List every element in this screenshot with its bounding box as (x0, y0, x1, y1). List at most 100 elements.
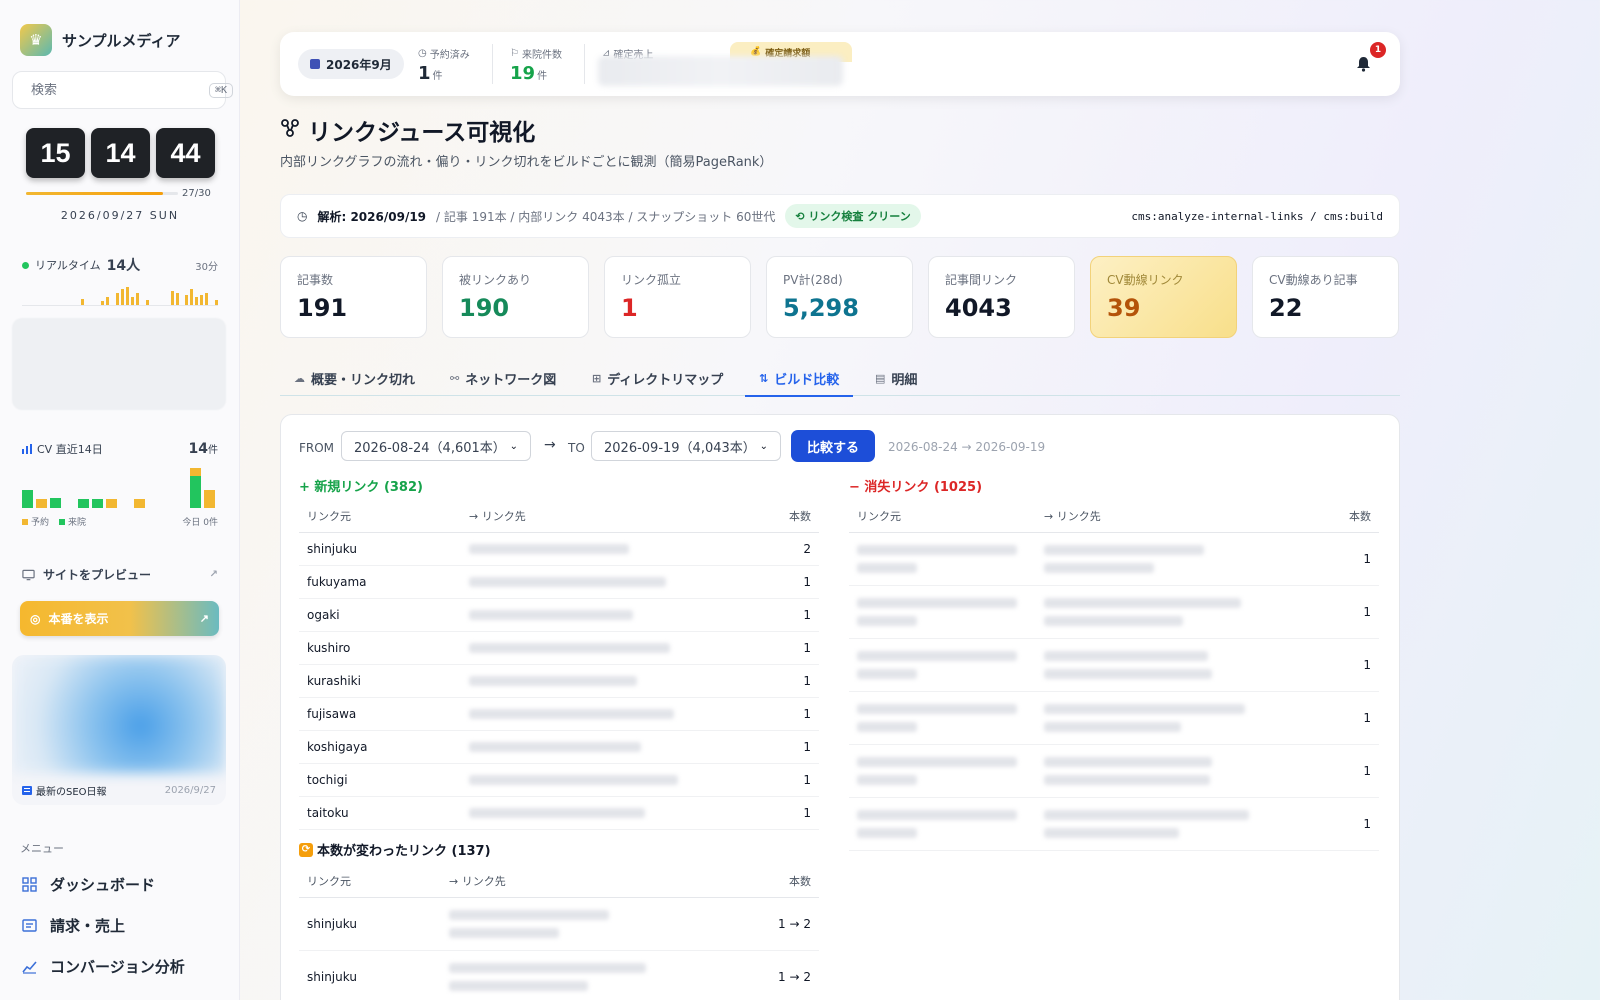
cv-day-bar (190, 458, 201, 508)
link-target-blurred (469, 610, 739, 620)
external-link-icon: ↗ (209, 569, 218, 580)
link-source: kushiro (307, 641, 351, 655)
analysis-meta: / 記事 191本 / 内部リンク 4043本 / スナップショット 60世代 (436, 209, 776, 224)
search-input[interactable] (31, 82, 201, 98)
table-row[interactable]: ogaki 1 (299, 599, 819, 632)
tab-build-compare[interactable]: ⇅ ビルド比較 (744, 360, 854, 397)
compare-button[interactable]: 比較する (791, 430, 875, 462)
table-row[interactable]: 1 (849, 586, 1379, 639)
link-source-blurred (849, 545, 1044, 573)
site-preview-link[interactable]: サイトをプレビュー ↗ (22, 566, 218, 583)
to-label: TO (568, 441, 585, 455)
table-row[interactable]: tochigi 1 (299, 764, 819, 797)
seo-report-card[interactable]: 最新のSEO日報 2026/9/27 (12, 655, 226, 805)
chevron-down-icon: ⌄ (759, 440, 768, 452)
analysis-bar: ◷ 解析: 2026/09/19 / 記事 191本 / 内部リンク 4043本… (280, 194, 1400, 238)
cv-reserve-bar (190, 468, 201, 476)
menu-item-dashboard[interactable]: ダッシュボード (20, 874, 155, 895)
realtime-map-blurred (12, 318, 226, 410)
tab-network[interactable]: ⚯ ネットワーク図 (450, 360, 556, 396)
menu-item-label: ダッシュボード (50, 876, 156, 894)
table-row[interactable]: 1 (849, 692, 1379, 745)
menu-item-billing[interactable]: 請求・売上 (20, 915, 125, 936)
realtime-bar (145, 300, 149, 305)
link-count: 1 (1363, 711, 1371, 725)
table-row[interactable]: fukuyama 1 (299, 566, 819, 599)
table-row[interactable]: taitoku 1 (299, 797, 819, 830)
realtime-bar (126, 287, 129, 305)
kpi-label: リンク孤立 (621, 273, 682, 287)
clock-hours: 15 (26, 128, 85, 178)
search-box[interactable]: ⌘K (12, 71, 234, 109)
link-source-blurred (849, 810, 1044, 838)
table-row[interactable]: kushiro 1 (299, 632, 819, 665)
kpi-value: 1 (621, 294, 638, 322)
new-links-title: + 新規リンク (382) (299, 480, 423, 495)
link-count: 1 (803, 641, 811, 655)
production-button[interactable]: ◎ 本番を表示 ↗ (20, 601, 219, 636)
tab-directory-map[interactable]: ⊞ ディレクトリマップ (592, 360, 723, 396)
sales-value-blurred (598, 56, 843, 86)
link-target-blurred (449, 910, 739, 938)
stat-reserved: ◷ 予約済み 1件 (418, 46, 470, 84)
kpi-card: 被リンクあり 190 (442, 256, 589, 338)
table-row[interactable]: 1 (849, 639, 1379, 692)
kpi-card: リンク孤立 1 (604, 256, 751, 338)
link-source: shinjuku (307, 917, 357, 931)
menu-item-conversion[interactable]: コンバージョン分析 (20, 956, 185, 977)
from-select[interactable]: 2026-08-24（4,601本） ⌄ (341, 431, 531, 461)
table-row[interactable]: 1 (849, 798, 1379, 851)
link-count: 1 (803, 707, 811, 721)
cv-reserve-bar (134, 499, 145, 508)
link-target-blurred (469, 742, 739, 752)
kpi-value: 39 (1107, 294, 1141, 322)
to-select[interactable]: 2026-09-19（4,043本） ⌄ (591, 431, 781, 461)
calendar-icon (310, 59, 320, 69)
realtime-bar (195, 297, 199, 305)
lost-links-title: − 消失リンク (1025) (849, 480, 983, 495)
network-icon (280, 118, 300, 143)
table-row[interactable]: koshigaya 1 (299, 731, 819, 764)
divider (492, 44, 493, 84)
realtime-bar (200, 295, 204, 305)
brand[interactable]: ♛ サンプルメディア (20, 24, 181, 56)
column-header: → リンク先 (1044, 509, 1101, 523)
search-shortcut: ⌘K (209, 82, 234, 98)
stat-reserved-value: 1 (418, 63, 431, 84)
tab-overview[interactable]: ☁ 概要・リンク切れ (294, 360, 415, 396)
table-row[interactable]: 1 (849, 745, 1379, 798)
table-row[interactable]: 1 (849, 533, 1379, 586)
link-source: fujisawa (307, 707, 357, 721)
realtime-bar (116, 293, 120, 305)
list-icon: ▤ (875, 371, 886, 385)
table-row[interactable]: fujisawa 1 (299, 698, 819, 731)
receipt-icon (20, 917, 38, 935)
cv-chart (22, 458, 218, 508)
sidebar: ♛ サンプルメディア ⌘K 15 14 44 27/30 2026/09/27 … (0, 0, 240, 1000)
column-header: 本数 (789, 509, 811, 523)
cv-day-bar (64, 458, 75, 508)
tab-details[interactable]: ▤ 明細 (875, 360, 917, 396)
stat-visits: ⚐ 来院件数 19 件 (510, 46, 562, 84)
cv-reserve-bar (36, 499, 47, 508)
realtime-bar (101, 301, 105, 305)
table-row[interactable]: shinjuku 2 (299, 533, 819, 566)
month-selector[interactable]: 2026年9月 (298, 49, 404, 79)
realtime-period: 30分 (195, 261, 218, 273)
kpi-label: CV動線あり記事 (1269, 273, 1358, 287)
changed-links-title: 本数が変わったリンク (137) (317, 844, 491, 859)
kpi-value: 191 (297, 294, 348, 322)
kpi-card: 記事間リンク 4043 (928, 256, 1075, 338)
table-row[interactable]: kurashiki 1 (299, 665, 819, 698)
clock: 15 14 44 (26, 128, 215, 178)
table-row[interactable]: shinjuku 1 → 2 (299, 898, 819, 951)
tab-label: ネットワーク図 (465, 372, 557, 388)
table-row[interactable]: shinjuku 1 → 2 (299, 951, 819, 1000)
cv-unit: 件 (208, 445, 218, 456)
cv-visit-bar (78, 499, 89, 508)
monitor-icon (22, 569, 35, 580)
link-count: 1 (803, 674, 811, 688)
arrow-right-icon: → (544, 437, 556, 453)
bell-icon[interactable] (1356, 56, 1371, 76)
stat-visits-label: 来院件数 (521, 50, 562, 61)
